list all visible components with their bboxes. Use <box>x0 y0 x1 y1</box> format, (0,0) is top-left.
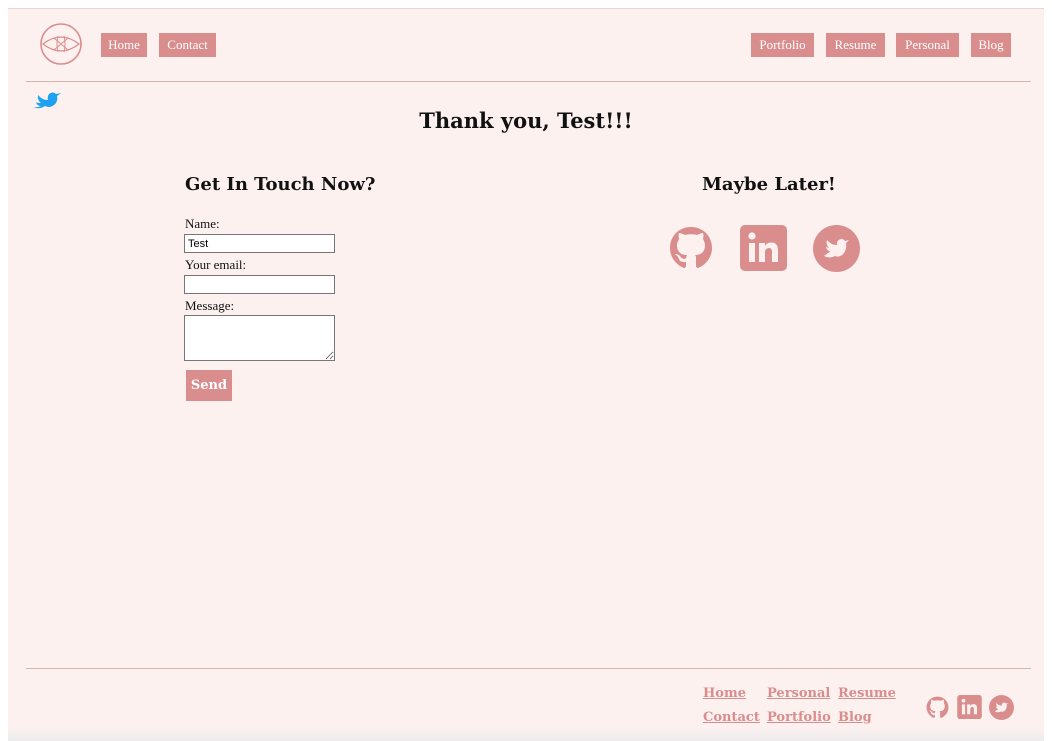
footer-divider <box>26 668 1031 669</box>
page: Home Contact Portfolio Resume Personal B… <box>8 8 1044 741</box>
email-input[interactable] <box>184 275 335 294</box>
email-label: Your email: <box>185 257 247 272</box>
contact-form-heading: Get In Touch Now? <box>185 174 376 195</box>
page-title: Thank you, Test!!! <box>419 108 633 133</box>
twitter-icon[interactable] <box>813 225 860 272</box>
send-button[interactable]: Send <box>186 370 232 401</box>
footer-linkedin-icon[interactable] <box>957 695 982 719</box>
header-divider <box>26 81 1031 82</box>
nav-contact-button[interactable]: Contact <box>159 33 216 57</box>
linkedin-icon[interactable] <box>740 225 787 271</box>
name-label: Name: <box>185 216 220 231</box>
name-input[interactable] <box>184 234 335 253</box>
footer-github-icon[interactable] <box>925 695 950 720</box>
message-label: Message: <box>185 298 235 313</box>
nav-blog-button[interactable]: Blog <box>971 33 1011 57</box>
footer-link-portfolio[interactable]: Portfolio <box>767 710 831 725</box>
footer-link-blog[interactable]: Blog <box>838 710 872 725</box>
github-icon[interactable] <box>667 224 715 272</box>
footer-link-personal[interactable]: Personal <box>767 686 830 701</box>
footer-link-contact[interactable]: Contact <box>703 710 760 725</box>
nav-portfolio-button[interactable]: Portfolio <box>751 33 814 57</box>
nav-resume-button[interactable]: Resume <box>826 33 885 57</box>
footer-twitter-icon[interactable] <box>989 695 1014 720</box>
nav-personal-button[interactable]: Personal <box>896 33 959 57</box>
maybe-later-heading: Maybe Later! <box>702 174 836 195</box>
footer-link-resume[interactable]: Resume <box>838 686 896 701</box>
nav-home-button[interactable]: Home <box>101 33 147 57</box>
footer-link-home[interactable]: Home <box>703 686 746 701</box>
site-logo[interactable] <box>39 22 83 66</box>
message-textarea[interactable] <box>184 315 335 361</box>
bottom-shadow <box>8 727 1044 741</box>
